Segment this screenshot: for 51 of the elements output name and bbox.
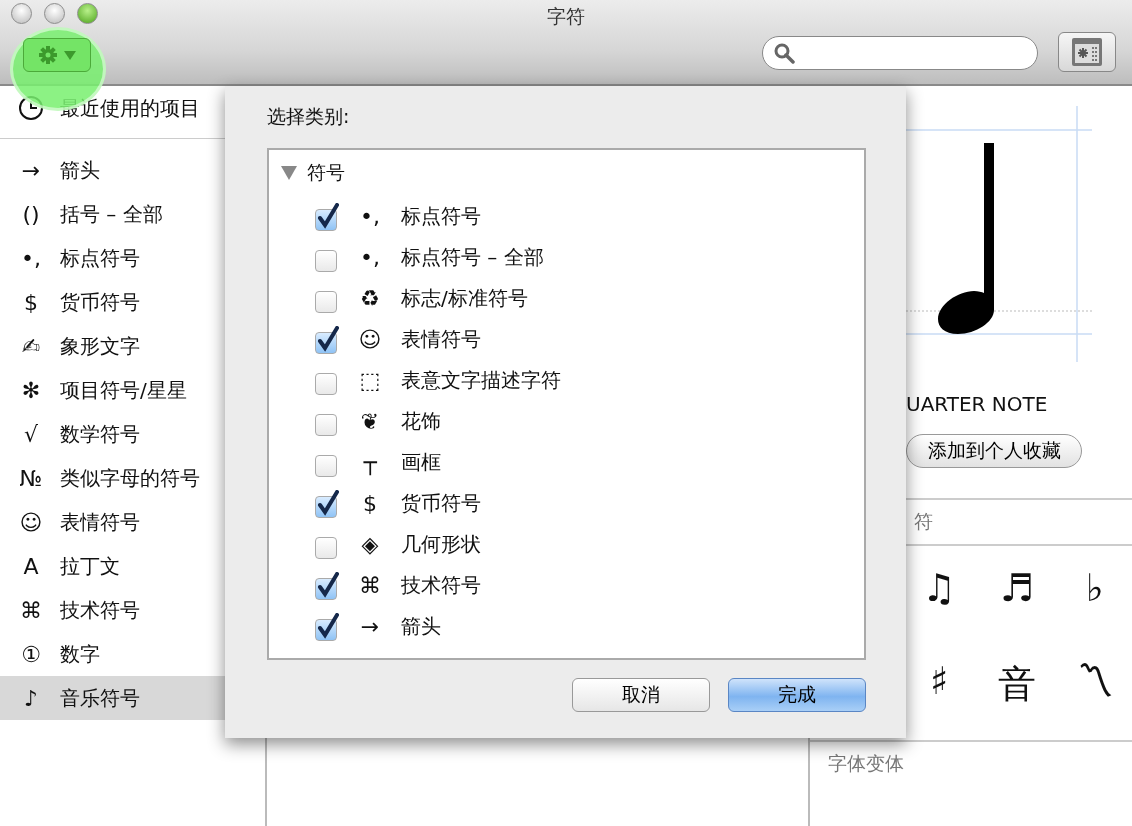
category-glyph: ⬚	[358, 368, 382, 393]
category-label: 几何形状	[401, 531, 481, 558]
section-header: 字体变体	[827, 751, 905, 776]
related-character[interactable]: ♬	[978, 566, 1056, 641]
palette-icon	[1071, 37, 1103, 67]
category-glyph: →	[359, 614, 381, 639]
category-glyph: ☺	[357, 327, 383, 352]
category-glyph: ⌘	[358, 573, 382, 598]
group-label: 符号	[307, 160, 345, 185]
search-icon	[773, 42, 795, 64]
action-menu-button[interactable]	[23, 38, 91, 72]
character-palette-button[interactable]	[1058, 32, 1116, 72]
category-label: 画框	[401, 449, 441, 476]
section-title: 符	[914, 509, 933, 534]
category-label: 货币符号	[401, 490, 481, 517]
category-glyph: ❦	[359, 409, 381, 434]
window-control-button[interactable]	[77, 3, 98, 24]
checkbox[interactable]	[315, 325, 339, 354]
category-label: 标点符号 – 全部	[401, 244, 544, 271]
related-character[interactable]: 〽	[1056, 658, 1132, 740]
category-label: 表意文字描述字符	[401, 367, 561, 394]
related-character[interactable]: ♭	[1056, 566, 1132, 641]
category-glyph: $	[362, 491, 378, 516]
add-to-favorites-button[interactable]: 添加到个人收藏	[906, 434, 1082, 468]
disclosure-triangle-icon[interactable]	[281, 166, 297, 180]
cancel-button[interactable]: 取消	[572, 678, 710, 712]
category-glyph: ┬	[362, 450, 378, 475]
checkbox[interactable]	[315, 571, 339, 600]
category-label: 表情符号	[401, 326, 481, 353]
search-field[interactable]	[762, 36, 1038, 70]
category-label: 箭头	[401, 613, 441, 640]
checkbox[interactable]	[315, 489, 339, 518]
window-title: 字符	[547, 5, 585, 27]
window-control-button[interactable]	[44, 3, 65, 24]
character-name: UARTER NOTE	[905, 392, 1049, 416]
checkbox[interactable]	[315, 202, 339, 231]
checkbox[interactable]	[315, 612, 339, 641]
caret-icon	[64, 50, 76, 60]
window-control-button[interactable]	[11, 3, 32, 24]
category-label: 技术符号	[401, 572, 481, 599]
category-glyph: •,	[359, 245, 381, 270]
category-glyph: ♻	[359, 286, 381, 311]
gear-icon	[38, 45, 58, 65]
sheet-prompt: 选择类别:	[267, 104, 351, 129]
category-label: 标志/标准符号	[401, 285, 528, 312]
category-glyph: •,	[359, 204, 381, 229]
category-glyph: ◈	[360, 532, 380, 557]
category-label: 花饰	[401, 408, 441, 435]
done-button[interactable]: 完成	[728, 678, 866, 712]
category-label: 标点符号	[401, 203, 481, 230]
related-character[interactable]: 音	[978, 658, 1056, 740]
